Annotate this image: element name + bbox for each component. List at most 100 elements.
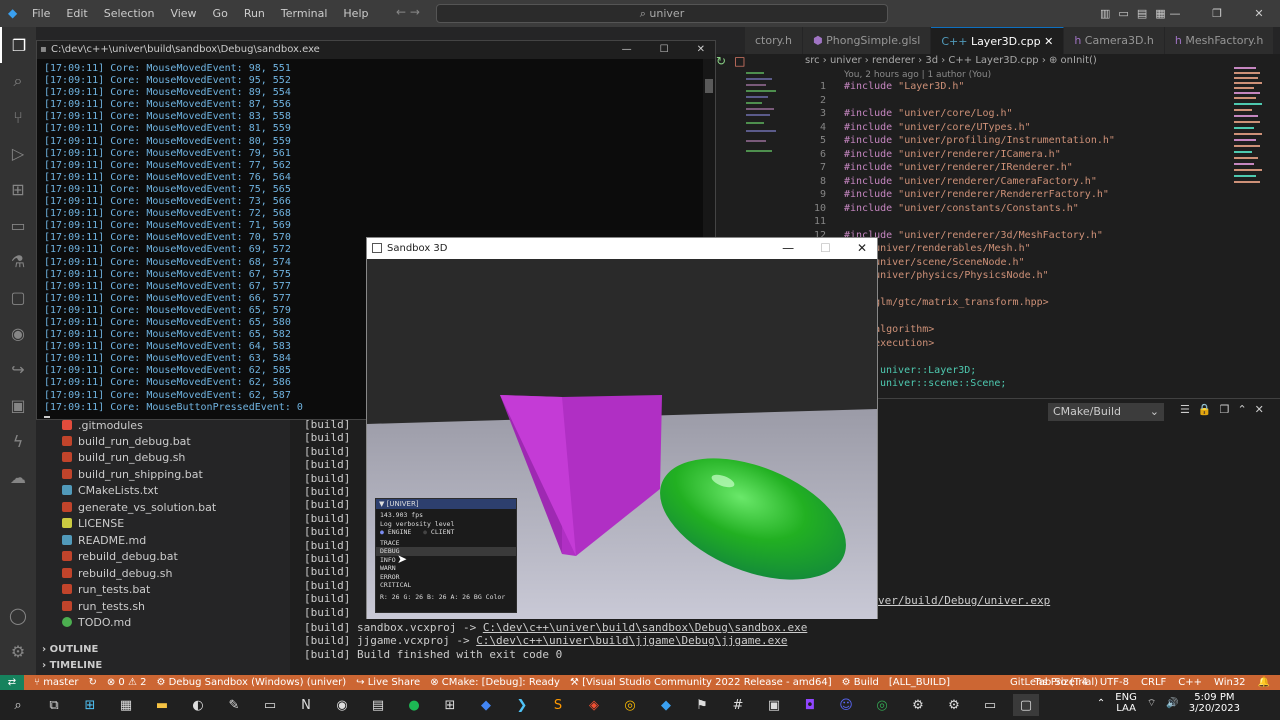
output-channel-select[interactable]: CMake/Build ⌄	[1048, 403, 1164, 421]
file-item[interactable]: build_run_debug.sh	[62, 449, 185, 465]
sandbox-3d-window[interactable]: Sandbox 3D — ☐ ✕ ▼ [UNIVER] 143.903 fps …	[366, 237, 878, 619]
file-item[interactable]: rebuild_debug.sh	[62, 565, 172, 581]
settings-icon[interactable]: ⚙	[941, 694, 967, 716]
toggle-panel-icon[interactable]: ▭	[1118, 0, 1128, 27]
clock[interactable]: 5:09 PM 3/20/2023	[1189, 692, 1240, 714]
close-panel-icon[interactable]: ✕	[1255, 403, 1264, 416]
tab-phong-simple[interactable]: ⬢ PhongSimple.glsl	[803, 27, 932, 54]
cmake-status[interactable]: ⊗ CMake: [Debug]: Ready	[430, 677, 560, 688]
file-item[interactable]: rebuild_debug.bat	[62, 548, 178, 564]
paint-icon[interactable]: ✎	[221, 694, 247, 716]
spotify-icon[interactable]: ●	[401, 694, 427, 716]
radio-client[interactable]: ● CLIENT	[423, 528, 454, 536]
level-critical[interactable]: CRITICAL	[376, 581, 516, 590]
gear-icon[interactable]: ⚙	[0, 633, 36, 669]
codelens-blame[interactable]: You, 2 hours ago | 1 author (You)	[844, 70, 991, 80]
code-line[interactable]: 5 #include "univer/profiling/Instrumentati…	[800, 134, 1230, 148]
encoding-status[interactable]: UTF-8	[1100, 675, 1129, 690]
git-icon[interactable]: ◈	[581, 694, 607, 716]
file-item[interactable]: README.md	[62, 532, 146, 548]
file-item[interactable]: run_tests.sh	[62, 598, 145, 614]
file-item[interactable]: CMakeLists.txt	[62, 482, 158, 498]
language-indicator[interactable]: ENG LAA	[1115, 692, 1137, 714]
run-debug-icon[interactable]: ▷	[0, 135, 36, 171]
accounts-icon[interactable]: ◯	[0, 597, 36, 633]
problems-status[interactable]: ⊗ 0 ⚠ 2	[107, 677, 147, 688]
menu-help[interactable]: Help	[335, 0, 376, 27]
steam-icon[interactable]: ⚙	[905, 694, 931, 716]
docker-icon[interactable]: ▣	[0, 387, 36, 423]
eol-status[interactable]: CRLF	[1141, 675, 1166, 690]
radio-engine[interactable]: ● ENGINE	[380, 528, 411, 536]
renderdoc-icon[interactable]: ▣	[761, 694, 787, 716]
devtools-icon[interactable]: ⚑	[689, 694, 715, 716]
minimap[interactable]	[1234, 67, 1264, 197]
debug-target-status[interactable]: ⚙ Debug Sandbox (Windows) (univer)	[156, 677, 346, 688]
platform-status[interactable]: Win32	[1214, 675, 1246, 690]
sandbox-exe-link[interactable]: C:\dev\c++\univer\build\sandbox\Debug\sa…	[483, 621, 808, 634]
maximize-button[interactable]: ☐	[820, 238, 831, 259]
menu-edit[interactable]: Edit	[58, 0, 95, 27]
terminal-icon[interactable]: ▭	[257, 694, 283, 716]
bg-color-row[interactable]: R: 26 G: 26 B: 26 A: 26 BG Color	[376, 593, 516, 602]
file-item[interactable]: LICENSE	[62, 515, 124, 531]
active-window-icon[interactable]: ▢	[1013, 694, 1039, 716]
imgui-header[interactable]: ▼ [UNIVER]	[376, 499, 516, 509]
kit-status[interactable]: ⚒ [Visual Studio Community 2022 Release …	[570, 677, 832, 688]
filter-icon[interactable]: ☰	[1180, 403, 1190, 416]
sandbox-title-bar[interactable]: Sandbox 3D — ☐ ✕	[367, 238, 877, 259]
stop-icon[interactable]: □	[734, 54, 745, 68]
minimize-button[interactable]: —	[782, 238, 794, 259]
slack-icon[interactable]: #	[725, 694, 751, 716]
code-line[interactable]: 9 #include "univer/renderer/RendererFactor…	[800, 188, 1230, 202]
restart-icon[interactable]: ↻	[716, 54, 726, 68]
file-item[interactable]: build_run_debug.bat	[62, 433, 191, 449]
search-icon[interactable]: ⌕	[5, 694, 31, 716]
branch-status[interactable]: ⑂ master	[34, 677, 78, 688]
testing-icon[interactable]: ⚗	[0, 243, 36, 279]
obs-icon[interactable]: ◉	[329, 694, 355, 716]
file-item[interactable]: TODO.md	[62, 614, 131, 630]
menu-selection[interactable]: Selection	[96, 0, 163, 27]
timeline-section[interactable]: › TIMELINE	[42, 660, 102, 671]
file-explorer-icon[interactable]: ▬	[149, 694, 175, 716]
menu-view[interactable]: View	[162, 0, 204, 27]
breadcrumb[interactable]: src › univer › renderer › 3d › C++ Layer…	[805, 55, 1097, 66]
menu-run[interactable]: Run	[236, 0, 273, 27]
code-line[interactable]: 1 #include "Layer3D.h"	[800, 80, 1230, 94]
remote-indicator[interactable]: ⇄	[0, 675, 24, 690]
minimize-button[interactable]: —	[622, 41, 632, 59]
sublime-icon[interactable]: S	[545, 694, 571, 716]
build-target-status[interactable]: [ALL_BUILD]	[889, 677, 950, 688]
maximize-button[interactable]: ❐	[1196, 0, 1238, 27]
level-error[interactable]: ERROR	[376, 573, 516, 582]
code-line[interactable]: 6 #include "univer/renderer/ICamera.h"	[800, 148, 1230, 162]
comments-icon[interactable]: ▢	[0, 279, 36, 315]
toggle-secondary-sidebar-icon[interactable]: ▤	[1137, 0, 1147, 27]
scrollbar-thumb[interactable]	[705, 79, 713, 93]
code-line[interactable]: 3 #include "univer/core/Log.h"	[800, 107, 1230, 121]
twitch-icon[interactable]: ◘	[797, 694, 823, 716]
code-line[interactable]: 7 #include "univer/renderer/IRenderer.h"	[800, 161, 1230, 175]
toggle-sidebar-icon[interactable]: ▥	[1100, 0, 1110, 27]
command-center-search[interactable]: ⌕ univer	[436, 4, 888, 23]
live-share-status[interactable]: ↪ Live Share	[356, 677, 420, 688]
search-icon[interactable]: ⌕	[0, 63, 36, 99]
notifications-icon[interactable]: 🔔	[1258, 675, 1270, 690]
extensions-icon[interactable]: ⊞	[0, 171, 36, 207]
windows-start-icon[interactable]: ⊞	[77, 694, 103, 716]
close-button[interactable]: ✕	[1238, 0, 1280, 27]
task-view-icon[interactable]: ⧉	[41, 694, 67, 716]
code-line[interactable]: 11	[800, 215, 1230, 229]
discord-icon[interactable]: ☺	[833, 694, 859, 716]
tab-camera3d[interactable]: h Camera3D.h	[1064, 27, 1165, 54]
live-share-icon[interactable]: ↪	[0, 351, 36, 387]
file-item[interactable]: generate_vs_solution.bat	[62, 499, 216, 515]
menu-terminal[interactable]: Terminal	[273, 0, 336, 27]
tab-layer3d[interactable]: C++ Layer3D.cpp ✕	[931, 27, 1065, 54]
language-status[interactable]: C++	[1178, 675, 1202, 690]
vscode-icon[interactable]: ◆	[653, 694, 679, 716]
chrome-alt-icon[interactable]: ◎	[869, 694, 895, 716]
close-button[interactable]: ✕	[697, 41, 705, 59]
file-item[interactable]: run_tests.bat	[62, 581, 150, 597]
